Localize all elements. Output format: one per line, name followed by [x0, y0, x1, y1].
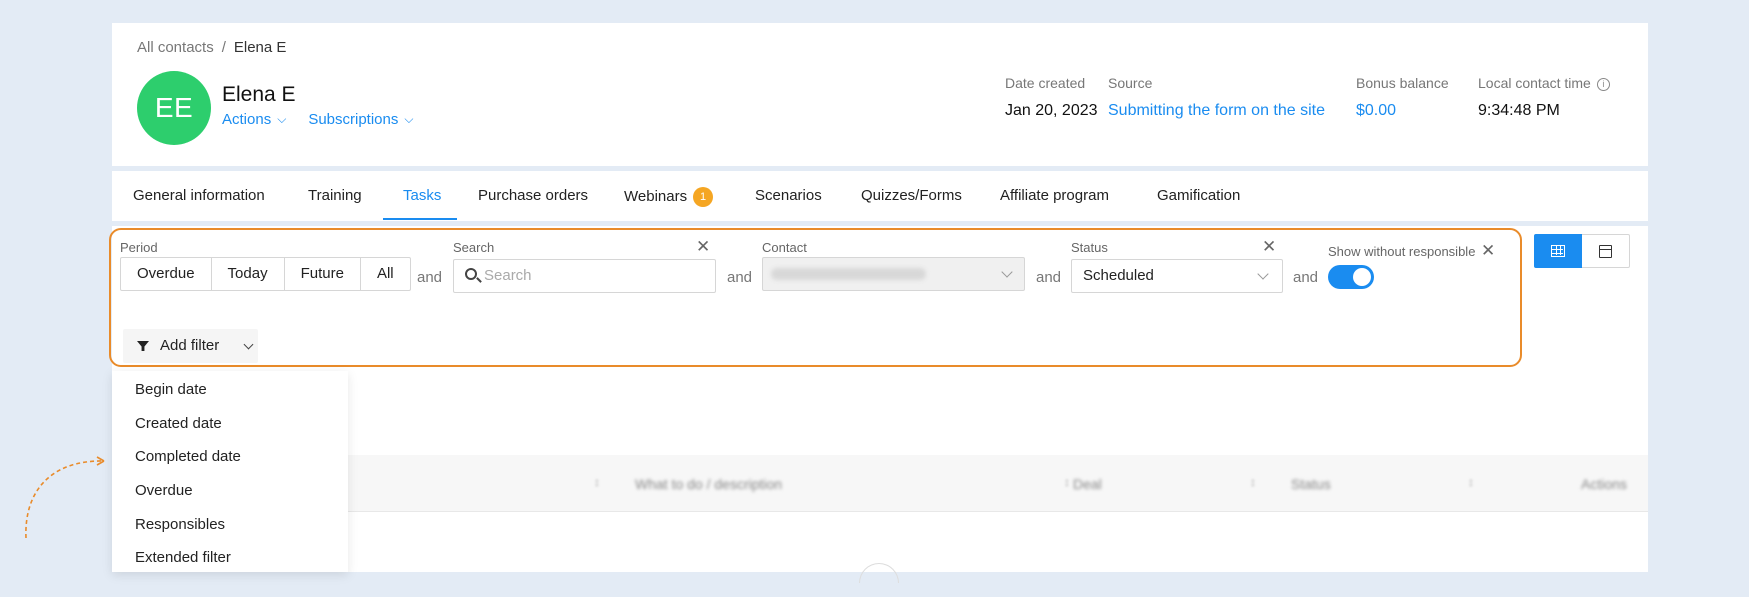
menu-item-overdue[interactable]: Overdue	[135, 482, 193, 499]
status-label: Status	[1071, 240, 1108, 255]
contact-value-redacted	[771, 268, 926, 280]
menu-item-created-date[interactable]: Created date	[135, 415, 222, 432]
calendar-view-button[interactable]	[1582, 234, 1630, 268]
menu-item-responsibles[interactable]: Responsibles	[135, 516, 225, 533]
actions-dropdown[interactable]: Actions ⌵	[222, 111, 286, 128]
date-created-value: Jan 20, 2023	[1005, 102, 1098, 119]
contact-header: All contacts / Elena E EE Elena E Actions ⌵…	[112, 23, 1648, 166]
period-today-button[interactable]: Today	[212, 258, 285, 290]
filter-panel-highlight	[109, 228, 1522, 367]
tab-quizzes-forms[interactable]: Quizzes/Forms	[861, 187, 962, 204]
add-filter-menu: Begin date Created date Completed date O…	[112, 371, 348, 572]
period-overdue-button[interactable]: Overdue	[121, 258, 212, 290]
breadcrumb-current: Elena E	[233, 39, 287, 56]
tab-purchase-orders[interactable]: Purchase orders	[478, 187, 588, 204]
bonus-balance-value[interactable]: $0.00	[1356, 102, 1449, 120]
period-all-button[interactable]: All	[361, 258, 410, 290]
period-future-button[interactable]: Future	[285, 258, 361, 290]
chevron-down-icon	[243, 339, 254, 350]
and-connector: and	[417, 269, 443, 286]
date-created: Date created Jan 20, 2023	[1005, 75, 1098, 120]
avatar: EE	[137, 71, 211, 145]
contact-label: Contact	[762, 240, 807, 255]
sort-icon[interactable]: ↕	[1064, 475, 1070, 489]
show-without-responsible-toggle[interactable]	[1328, 265, 1374, 289]
column-deal[interactable]: Deal	[1073, 476, 1102, 492]
breadcrumb-all-contacts[interactable]: All contacts	[137, 39, 214, 56]
annotation-arrow	[25, 456, 105, 539]
column-description[interactable]: What to do / description	[635, 476, 782, 492]
close-icon[interactable]: ✕	[696, 238, 710, 255]
column-actions: Actions	[1581, 476, 1627, 492]
close-icon[interactable]: ✕	[1262, 238, 1276, 255]
contact-name: Elena E	[222, 83, 296, 106]
source: Source Submitting the form on the site	[1108, 75, 1325, 120]
period-selector: Overdue Today Future All	[120, 257, 411, 291]
bonus-balance: Bonus balance $0.00	[1356, 75, 1449, 120]
close-icon[interactable]: ✕	[1481, 242, 1495, 259]
grid-view-icon	[1551, 245, 1565, 257]
local-time-label: Local contact time	[1478, 75, 1591, 91]
local-time-value: 9:34:48 PM	[1478, 102, 1560, 119]
breadcrumb: All contacts / Elena E	[137, 39, 286, 56]
calendar-icon	[1599, 245, 1612, 258]
tab-training[interactable]: Training	[308, 187, 362, 204]
funnel-icon	[137, 341, 149, 351]
search-input[interactable]: Search	[453, 259, 716, 293]
menu-item-extended-filter[interactable]: Extended filter	[135, 549, 231, 566]
tab-webinars[interactable]: Webinars 1	[624, 187, 714, 207]
search-icon	[465, 268, 477, 280]
active-tab-indicator	[383, 218, 457, 220]
tasks-table-header: ↕ What to do / description ↕ Deal ↕ Stat…	[348, 455, 1648, 512]
and-connector: and	[727, 269, 753, 286]
tabs-bar: General information Training Tasks Purch…	[112, 171, 1648, 221]
menu-item-begin-date[interactable]: Begin date	[135, 381, 207, 398]
tab-gamification[interactable]: Gamification	[1157, 187, 1240, 204]
subscriptions-dropdown[interactable]: Subscriptions ⌵	[308, 111, 413, 128]
sort-icon[interactable]: ↕	[594, 475, 600, 489]
menu-item-completed-date[interactable]: Completed date	[135, 448, 241, 465]
sort-icon[interactable]: ↕	[1250, 475, 1256, 489]
status-select[interactable]: Scheduled	[1071, 259, 1283, 293]
show-without-responsible-label: Show without responsible	[1328, 244, 1476, 259]
chevron-down-icon: ⌵	[404, 112, 414, 126]
bonus-balance-label: Bonus balance	[1356, 75, 1449, 91]
subscriptions-label: Subscriptions	[308, 111, 399, 128]
add-filter-label: Add filter	[160, 337, 220, 354]
add-filter-button[interactable]: Add filter	[123, 329, 258, 363]
local-time: Local contact time i 9:34:48 PM	[1478, 75, 1610, 120]
and-connector: and	[1293, 269, 1319, 286]
tab-affiliate-program[interactable]: Affiliate program	[1000, 187, 1109, 204]
period-label: Period	[120, 240, 158, 255]
and-connector: and	[1036, 269, 1062, 286]
grid-view-button[interactable]	[1534, 234, 1582, 268]
tab-general-information[interactable]: General information	[133, 187, 265, 204]
search-label: Search	[453, 240, 495, 255]
tab-scenarios[interactable]: Scenarios	[755, 187, 822, 204]
tab-tasks[interactable]: Tasks	[403, 187, 441, 204]
sort-icon[interactable]: ↕	[1468, 475, 1474, 489]
chevron-down-icon: ⌵	[277, 112, 287, 126]
webinars-badge: 1	[693, 187, 714, 207]
source-value[interactable]: Submitting the form on the site	[1108, 102, 1325, 120]
actions-label: Actions	[222, 111, 272, 128]
column-status[interactable]: Status	[1291, 476, 1331, 492]
breadcrumb-separator: /	[221, 39, 226, 56]
source-label: Source	[1108, 75, 1153, 91]
contact-actions: Actions ⌵ Subscriptions ⌵	[222, 111, 413, 128]
info-icon[interactable]: i	[1596, 78, 1610, 91]
date-created-label: Date created	[1005, 75, 1086, 91]
tab-webinars-label: Webinars	[624, 188, 688, 205]
